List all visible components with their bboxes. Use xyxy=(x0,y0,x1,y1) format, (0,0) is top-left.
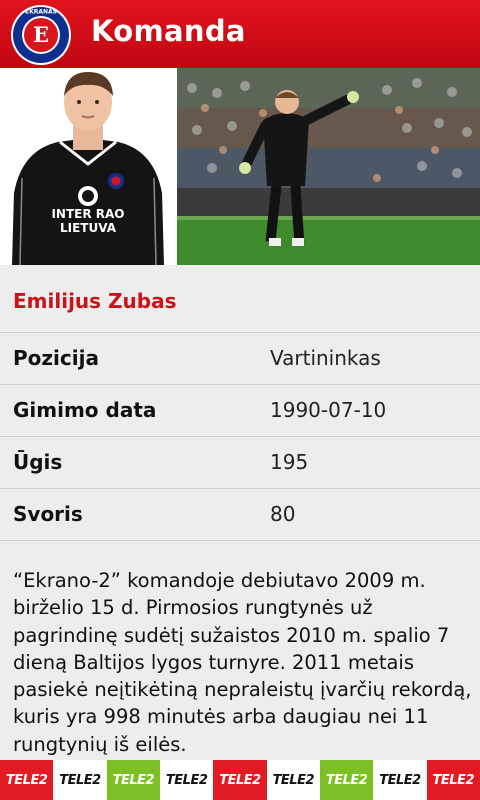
logo-text: EKRANAS xyxy=(25,9,57,16)
app-bar: E EKRANAS Komanda xyxy=(0,0,480,68)
sponsor-tile: TELE2 xyxy=(213,760,267,800)
shirt-sponsor-line1: INTER RAO xyxy=(51,207,124,221)
player-photos: INTER RAO LIETUVA xyxy=(0,68,480,265)
detail-row-position: Pozicija Vartininkas xyxy=(0,332,480,384)
detail-label: Pozicija xyxy=(13,346,99,370)
detail-value: 80 xyxy=(270,502,296,526)
player-details: Emilijus Zubas Pozicija Vartininkas Gimi… xyxy=(0,265,480,760)
player-bio: “Ekrano-2” komandoje debiutavo 2009 m. b… xyxy=(13,569,472,756)
sponsor-logo-text: TELE2 xyxy=(112,772,155,788)
sponsor-logo-text: TELE2 xyxy=(219,772,261,788)
sponsor-logo-text: TELE2 xyxy=(325,772,368,788)
sponsor-logo-text: TELE2 xyxy=(379,772,421,788)
sponsor-banner[interactable]: TELE2 TELE2 TELE2 TELE2 TELE2 TELE2 TELE… xyxy=(0,760,480,800)
sponsor-tile: TELE2 xyxy=(159,760,214,800)
player-action-image xyxy=(177,68,480,265)
player-name: Emilijus Zubas xyxy=(13,289,177,313)
club-logo-icon[interactable]: E EKRANAS xyxy=(10,4,72,66)
detail-value: 195 xyxy=(270,450,309,474)
detail-label: Ūgis xyxy=(13,450,63,474)
sponsor-tile: TELE2 xyxy=(53,760,107,800)
detail-row-weight: Svoris 80 xyxy=(0,488,480,540)
sponsor-logo-text: TELE2 xyxy=(165,772,208,788)
sponsor-logo-text: TELE2 xyxy=(432,772,475,788)
shirt-sponsor-line2: LIETUVA xyxy=(60,221,117,235)
sponsor-tile: TELE2 xyxy=(106,760,160,800)
detail-row-height: Ūgis 195 xyxy=(0,436,480,488)
detail-label: Gimimo data xyxy=(13,398,157,422)
detail-value: 1990-07-10 xyxy=(270,398,387,422)
page-title: Komanda xyxy=(91,14,246,48)
sponsor-tile: TELE2 xyxy=(319,760,374,800)
sponsor-logo-text: TELE2 xyxy=(5,772,48,788)
detail-value: Vartininkas xyxy=(270,346,381,370)
logo-letter: E xyxy=(33,22,49,47)
sponsor-tile: TELE2 xyxy=(266,760,320,800)
sponsor-logo-text: TELE2 xyxy=(59,772,101,788)
sponsor-tile: TELE2 xyxy=(373,760,427,800)
sponsor-logo-text: TELE2 xyxy=(272,772,315,788)
sponsor-tile: TELE2 xyxy=(0,760,54,800)
detail-label: Svoris xyxy=(13,502,83,526)
sponsor-tile: TELE2 xyxy=(426,760,480,800)
detail-row-birth-date: Gimimo data 1990-07-10 xyxy=(0,384,480,436)
player-portrait-image: INTER RAO LIETUVA xyxy=(0,68,176,265)
bio-section: “Ekrano-2” komandoje debiutavo 2009 m. b… xyxy=(0,540,480,760)
